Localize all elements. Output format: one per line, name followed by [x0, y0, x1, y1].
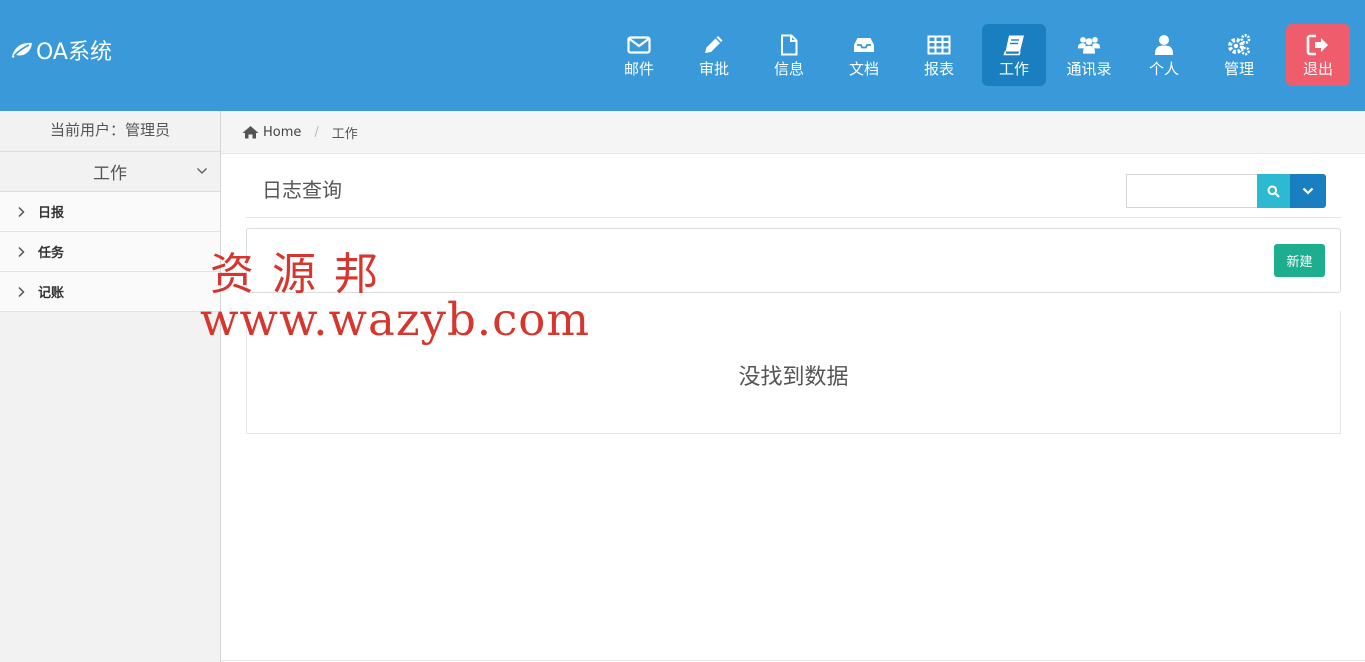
nav-work[interactable]: 工作: [982, 24, 1046, 86]
breadcrumb-current: 工作: [331, 126, 358, 142]
nav-reports-label: 报表: [923, 60, 954, 78]
nav-personal[interactable]: 个人: [1132, 24, 1196, 86]
bottom-divider: [221, 660, 1365, 661]
current-user: 当前用户：管理员: [0, 111, 220, 152]
chevron-down-icon: [196, 167, 208, 175]
top-header: OA系统 邮件 审批 信息 文档 报表 工作 通讯录 个人 管理 退出: [0, 0, 1365, 111]
page-title: 日志查询: [262, 178, 342, 202]
home-icon: [242, 126, 259, 139]
user-icon: [1151, 33, 1177, 57]
book-icon: [1001, 33, 1027, 57]
nav-admin-label: 管理: [1223, 60, 1254, 78]
title-divider: [246, 217, 1341, 218]
sidebar-item-label: 日报: [38, 206, 65, 221]
main-nav: 邮件 审批 信息 文档 报表 工作 通讯录 个人 管理 退出: [0, 24, 1365, 86]
nav-approval-label: 审批: [698, 60, 729, 78]
nav-personal-label: 个人: [1148, 60, 1179, 78]
chevron-down-icon: [1302, 187, 1314, 195]
sidebar: 当前用户：管理员 工作 日报 任务 记账: [0, 111, 221, 662]
nav-documents-label: 文档: [848, 60, 879, 78]
breadcrumb-home[interactable]: Home: [263, 125, 301, 140]
nav-work-label: 工作: [998, 60, 1029, 78]
nav-message-label: 信息: [773, 60, 804, 78]
sidebar-item-accounting[interactable]: 记账: [0, 272, 220, 312]
sidebar-item-label: 任务: [38, 246, 65, 261]
nav-approval[interactable]: 审批: [682, 24, 746, 86]
sidebar-item-daily-report[interactable]: 日报: [0, 192, 220, 232]
watermark-url: www.wazyb.com: [200, 293, 591, 346]
gears-icon: [1226, 33, 1252, 57]
nav-admin[interactable]: 管理: [1207, 24, 1271, 86]
breadcrumb: Home / 工作: [221, 111, 1365, 154]
search-icon: [1267, 185, 1280, 198]
chevron-right-icon: [18, 286, 25, 297]
search-button[interactable]: [1257, 174, 1290, 208]
nav-logout-label: 退出: [1302, 60, 1333, 78]
new-button[interactable]: 新建: [1274, 244, 1325, 277]
empty-state-text: 没找到数据: [738, 365, 849, 390]
sidebar-item-tasks[interactable]: 任务: [0, 232, 220, 272]
chevron-right-icon: [18, 246, 25, 257]
advanced-search-toggle[interactable]: [1290, 174, 1326, 208]
sidebar-item-label: 记账: [38, 286, 65, 301]
inbox-icon: [851, 33, 877, 57]
nav-contacts[interactable]: 通讯录: [1057, 24, 1121, 86]
breadcrumb-separator: /: [314, 124, 319, 140]
nav-documents[interactable]: 文档: [832, 24, 896, 86]
action-panel: 新建: [246, 228, 1341, 293]
nav-logout[interactable]: 退出: [1286, 24, 1350, 86]
table-icon: [926, 33, 952, 57]
nav-contacts-label: 通讯录: [1066, 60, 1112, 78]
nav-mail-label: 邮件: [623, 60, 654, 78]
envelope-icon: [626, 33, 652, 57]
users-icon: [1076, 33, 1102, 57]
chevron-right-icon: [18, 206, 25, 217]
pencil-icon: [701, 33, 727, 57]
nav-reports[interactable]: 报表: [907, 24, 971, 86]
sign-out-icon: [1305, 33, 1331, 57]
search-input[interactable]: [1126, 174, 1257, 208]
nav-mail[interactable]: 邮件: [607, 24, 671, 86]
nav-message[interactable]: 信息: [757, 24, 821, 86]
sidebar-group-work[interactable]: 工作: [0, 152, 220, 192]
file-icon: [776, 33, 802, 57]
sidebar-group-label: 工作: [93, 164, 127, 184]
